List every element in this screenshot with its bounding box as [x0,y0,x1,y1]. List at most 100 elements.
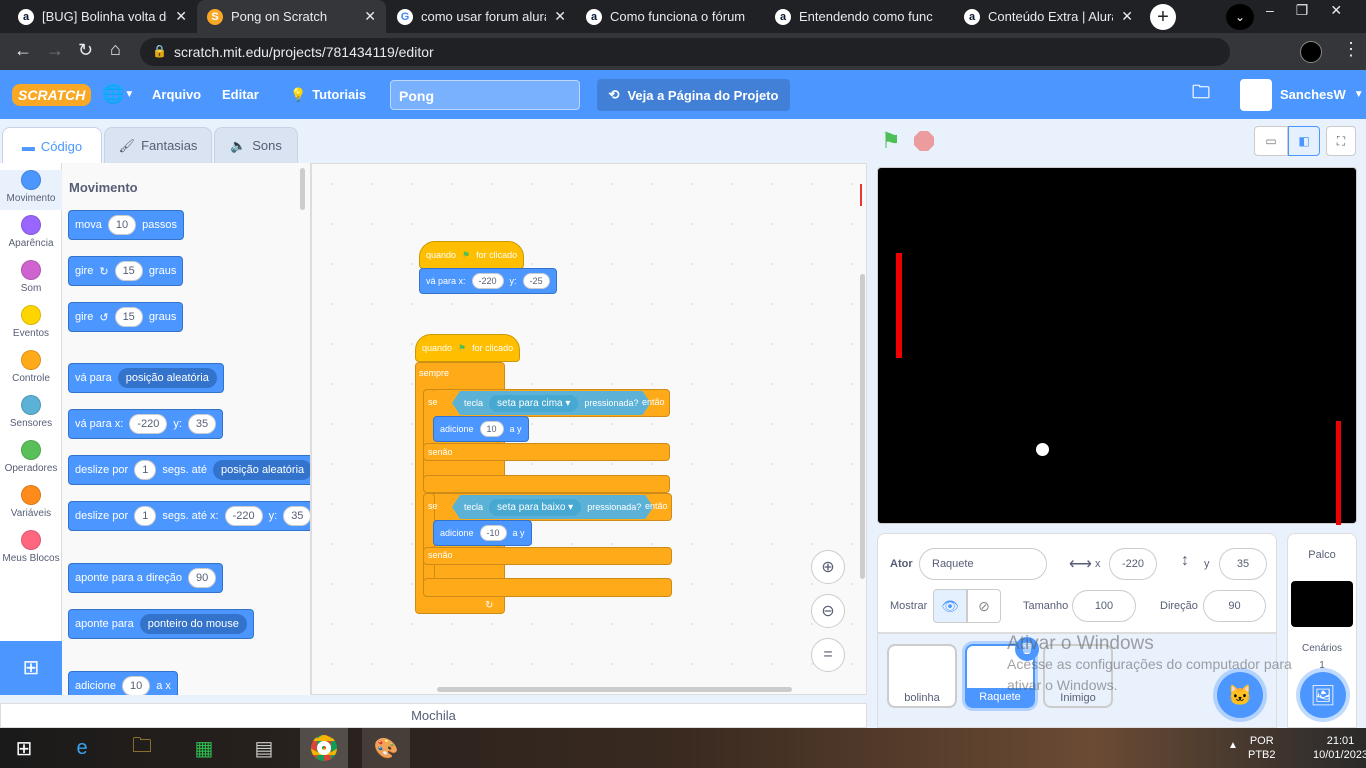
code-workspace[interactable]: quando ⚑ for clicado vá para x: -220 y: -25 q… [311,163,867,695]
close-icon[interactable]: ✕ [1121,8,1133,25]
sprite-name-input[interactable]: Raquete [919,548,1047,580]
close-icon[interactable]: ✕ [175,8,187,25]
player-paddle [896,253,902,358]
language-menu[interactable]: 🌐 ▼ [102,70,134,119]
size-input[interactable]: 100 [1072,590,1136,622]
green-flag-button[interactable]: ⚑ [881,128,901,154]
horizontal-scrollbar[interactable] [437,687,792,692]
account-menu[interactable]: SanchesW ▼ [1240,70,1364,119]
y-input[interactable]: 35 [1219,548,1267,580]
block-turn-right[interactable]: gire ↻ 15 graus [68,256,184,286]
vertical-scrollbar[interactable] [860,274,865,579]
code-icon: ▬ [21,138,35,154]
menu-icon[interactable]: ⋮ [1342,39,1360,60]
file-menu[interactable]: Arquivo [152,70,201,119]
category-my-blocks[interactable]: Meus Blocos [0,530,62,564]
project-title-input[interactable]: Pong [390,80,580,110]
small-stage-button[interactable]: ▭ [1254,126,1288,156]
x-input[interactable]: -220 [1109,548,1157,580]
show-visible-button[interactable]: 👁 [933,589,967,623]
see-project-page-button[interactable]: ⟲ Veja a Página do Projeto [597,79,790,111]
stage-canvas[interactable] [877,167,1357,525]
large-stage-button[interactable]: ◧ [1288,126,1320,156]
category-variables[interactable]: Variáveis [0,485,62,519]
category-events[interactable]: Eventos [0,305,62,339]
scratch-logo[interactable]: SCRATCH [12,70,92,119]
block-point-direction[interactable]: aponte para a direção 90 [68,563,224,593]
category-control[interactable]: Controle [0,350,62,384]
tab-sounds[interactable]: 🔈 Sons [214,127,298,164]
tray-arrow-icon[interactable]: ▲ [1228,740,1238,751]
tab-code[interactable]: ▬ Código [2,127,102,164]
when-flag-clicked-block[interactable]: quando ⚑ for clicado [415,334,521,362]
profile-avatar[interactable] [1300,41,1322,63]
goto-xy-block[interactable]: vá para x: -220 y: -25 [419,268,557,294]
block-glide-xy[interactable]: deslize por 1 segs. até x: -220 y: 35 [68,501,310,531]
direction-input[interactable]: 90 [1203,590,1266,622]
backpack-bar[interactable]: Mochila [0,703,867,728]
key-dropdown[interactable]: seta para baixo ▾ [489,499,581,516]
category-looks[interactable]: Aparência [0,215,62,249]
hide-sprite-button[interactable]: ⊘ [967,589,1001,623]
category-sensing[interactable]: Sensores [0,395,62,429]
block-move-steps[interactable]: mova 10 passos [68,210,185,240]
block-glide[interactable]: deslize por 1 segs. até posição aleatória [68,455,310,485]
clock[interactable]: 21:01 10/01/2023 [1313,734,1366,762]
stage-selector[interactable]: Palco Cenários 1 🖼 [1287,533,1357,728]
change-y-block[interactable]: adicione -10 a y [433,520,532,546]
reload-icon[interactable]: ↻ [78,40,93,61]
browser-tab[interactable]: a Como funciona o fórum [576,0,765,33]
browser-tab[interactable]: a Entendendo como func [765,0,954,33]
block-goto[interactable]: vá para posição aleatória [68,363,224,393]
edit-menu[interactable]: Editar [222,70,259,119]
category-sound[interactable]: Som [0,260,62,294]
browser-tab-active[interactable]: S Pong on Scratch ✕ [197,0,386,33]
project-page-icon: ⟲ [608,87,620,102]
fullscreen-button[interactable]: ⛶ [1326,126,1356,156]
key-dropdown[interactable]: seta para cima ▾ [489,395,578,412]
when-flag-clicked-block[interactable]: quando ⚑ for clicado [419,241,525,269]
calculator-icon[interactable]: ▤ [240,728,288,768]
file-explorer-icon[interactable]: 🗀 [118,728,166,768]
key-pressed-block[interactable]: tecla seta para baixo ▾ pressionada? [452,495,653,519]
new-tab-button[interactable]: + [1150,4,1176,30]
close-icon[interactable]: ✕ [364,8,376,25]
zoom-in-button[interactable]: ⊕ [811,550,845,584]
store-icon[interactable]: ▦ [180,728,228,768]
choose-backdrop-button[interactable]: 🖼 [1300,672,1346,718]
category-motion[interactable]: Movimento [0,170,62,210]
chrome-icon[interactable] [300,728,348,768]
block-goto-xy[interactable]: vá para x: -220 y: 35 [68,409,224,439]
browser-tab[interactable]: a [BUG] Bolinha volta do ✕ [8,0,197,33]
palette-scrollbar[interactable] [300,168,305,210]
sprite-thumb-bolinha[interactable]: bolinha [887,644,957,708]
stop-button[interactable] [914,131,934,151]
zoom-out-button[interactable]: ⊖ [811,594,845,628]
key-pressed-block[interactable]: tecla seta para cima ▾ pressionada? [452,391,650,415]
forward-icon[interactable]: → [46,40,64,61]
paint-icon[interactable]: 🎨 [362,728,410,768]
block-change-x[interactable]: adicione 10 a x [68,671,178,695]
zoom-reset-button[interactable]: = [811,638,845,672]
language-indicator[interactable]: POR PTB2 [1248,734,1276,762]
home-icon[interactable]: ⌂ [110,39,121,60]
browser-tab[interactable]: Gcomo usar forum alura ✕ [387,0,576,33]
tab-costumes[interactable]: 🖌 Fantasias [104,127,212,164]
my-stuff-folder-icon[interactable]: 🗀 [1192,70,1210,119]
add-extension-button[interactable]: ⊞ [0,641,62,695]
block-point-towards[interactable]: aponte para ponteiro do mouse [68,609,254,639]
category-operators[interactable]: Operadores [0,440,62,474]
tab-search-button[interactable]: ⌄ [1226,4,1254,30]
tutorials-button[interactable]: 💡 Tutoriais [290,70,366,119]
block-turn-left[interactable]: gire ↺ 15 graus [68,302,184,332]
speaker-icon: 🔈 [230,137,247,153]
window-controls[interactable]: –❐✕ [1266,2,1364,19]
change-y-block[interactable]: adicione 10 a y [433,416,529,442]
ie-icon[interactable]: e [58,728,106,768]
browser-tab[interactable]: a Conteúdo Extra | Alura ✕ [954,0,1143,33]
close-icon[interactable]: ✕ [554,8,566,25]
windows-start-icon[interactable]: ⊞ [0,728,48,768]
loop-arrow-icon: ↻ [485,600,494,611]
back-icon[interactable]: ← [14,40,32,61]
url-field[interactable]: 🔒 scratch.mit.edu/projects/781434119/edit… [140,38,1230,66]
